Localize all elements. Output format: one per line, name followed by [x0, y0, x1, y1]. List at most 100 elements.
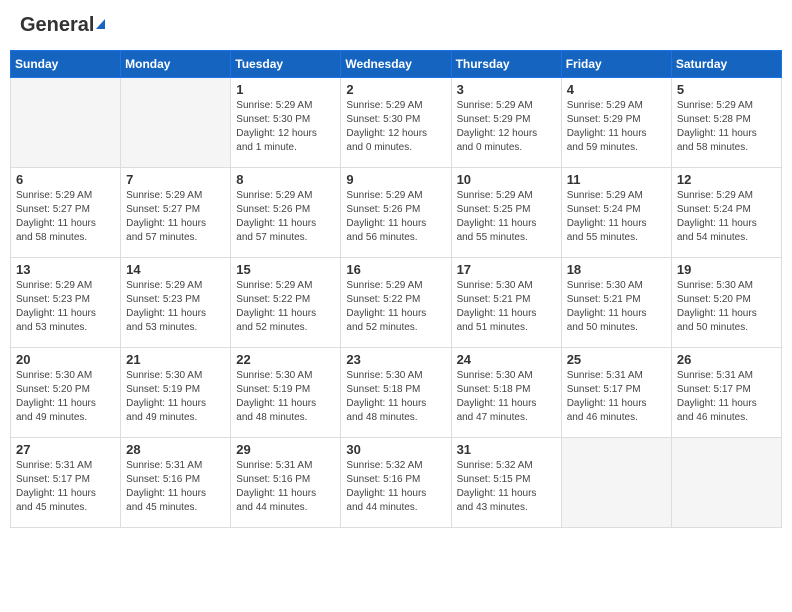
day-number: 11: [567, 172, 666, 187]
day-number: 5: [677, 82, 776, 97]
calendar-cell: 12 Sunrise: 5:29 AM Sunset: 5:24 PM Dayli…: [671, 168, 781, 258]
day-number: 23: [346, 352, 445, 367]
calendar-cell: 4 Sunrise: 5:29 AM Sunset: 5:29 PM Daylig…: [561, 78, 671, 168]
page-header: General: [10, 10, 782, 40]
day-number: 3: [457, 82, 556, 97]
day-number: 29: [236, 442, 335, 457]
weekday-header-friday: Friday: [561, 51, 671, 78]
calendar-cell: 25 Sunrise: 5:31 AM Sunset: 5:17 PM Dayli…: [561, 348, 671, 438]
calendar-cell: 22 Sunrise: 5:30 AM Sunset: 5:19 PM Dayli…: [231, 348, 341, 438]
day-info: Sunrise: 5:29 AM Sunset: 5:24 PM Dayligh…: [567, 189, 666, 245]
calendar-cell: 31Sunrise: 5:32 AM Sunset: 5:15 PM Dayli…: [451, 438, 561, 528]
day-number: 28: [126, 442, 225, 457]
weekday-header-thursday: Thursday: [451, 51, 561, 78]
day-info: Sunrise: 5:29 AM Sunset: 5:29 PM Dayligh…: [567, 99, 666, 155]
calendar-cell: [671, 438, 781, 528]
calendar-cell: 5Sunrise: 5:29 AM Sunset: 5:28 PM Daylig…: [671, 78, 781, 168]
calendar-cell: 9 Sunrise: 5:29 AM Sunset: 5:26 PM Daylig…: [341, 168, 451, 258]
day-info: Sunrise: 5:29 AM Sunset: 5:23 PM Dayligh…: [126, 279, 225, 335]
day-info: Sunrise: 5:29 AM Sunset: 5:30 PM Dayligh…: [236, 99, 335, 155]
calendar-cell: 30Sunrise: 5:32 AM Sunset: 5:16 PM Dayli…: [341, 438, 451, 528]
week-row-2: 6 Sunrise: 5:29 AM Sunset: 5:27 PM Daylig…: [11, 168, 782, 258]
day-info: Sunrise: 5:32 AM Sunset: 5:16 PM Dayligh…: [346, 459, 445, 515]
day-info: Sunrise: 5:30 AM Sunset: 5:19 PM Dayligh…: [236, 369, 335, 425]
day-number: 26: [677, 352, 776, 367]
day-number: 24: [457, 352, 556, 367]
weekday-header-tuesday: Tuesday: [231, 51, 341, 78]
day-number: 17: [457, 262, 556, 277]
calendar-cell: 11 Sunrise: 5:29 AM Sunset: 5:24 PM Dayli…: [561, 168, 671, 258]
calendar-cell: 15Sunrise: 5:29 AM Sunset: 5:22 PM Dayli…: [231, 258, 341, 348]
calendar-cell: [121, 78, 231, 168]
day-info: Sunrise: 5:31 AM Sunset: 5:16 PM Dayligh…: [236, 459, 335, 515]
calendar-cell: 29 Sunrise: 5:31 AM Sunset: 5:16 PM Dayli…: [231, 438, 341, 528]
day-number: 4: [567, 82, 666, 97]
calendar-cell: 23 Sunrise: 5:30 AM Sunset: 5:18 PM Dayli…: [341, 348, 451, 438]
calendar-cell: 6 Sunrise: 5:29 AM Sunset: 5:27 PM Daylig…: [11, 168, 121, 258]
day-info: Sunrise: 5:29 AM Sunset: 5:26 PM Dayligh…: [346, 189, 445, 245]
logo: General: [20, 15, 105, 35]
calendar-cell: 18Sunrise: 5:30 AM Sunset: 5:21 PM Dayli…: [561, 258, 671, 348]
calendar-cell: 27 Sunrise: 5:31 AM Sunset: 5:17 PM Dayli…: [11, 438, 121, 528]
day-info: Sunrise: 5:29 AM Sunset: 5:29 PM Dayligh…: [457, 99, 556, 155]
day-info: Sunrise: 5:31 AM Sunset: 5:17 PM Dayligh…: [567, 369, 666, 425]
calendar-cell: 19 Sunrise: 5:30 AM Sunset: 5:20 PM Dayli…: [671, 258, 781, 348]
day-number: 22: [236, 352, 335, 367]
day-info: Sunrise: 5:30 AM Sunset: 5:18 PM Dayligh…: [457, 369, 556, 425]
day-number: 20: [16, 352, 115, 367]
weekday-header-wednesday: Wednesday: [341, 51, 451, 78]
weekday-header-saturday: Saturday: [671, 51, 781, 78]
week-row-3: 13Sunrise: 5:29 AM Sunset: 5:23 PM Dayli…: [11, 258, 782, 348]
day-info: Sunrise: 5:31 AM Sunset: 5:16 PM Dayligh…: [126, 459, 225, 515]
day-number: 21: [126, 352, 225, 367]
calendar-cell: 3 Sunrise: 5:29 AM Sunset: 5:29 PM Daylig…: [451, 78, 561, 168]
day-info: Sunrise: 5:29 AM Sunset: 5:23 PM Dayligh…: [16, 279, 115, 335]
calendar-cell: 17Sunrise: 5:30 AM Sunset: 5:21 PM Dayli…: [451, 258, 561, 348]
day-info: Sunrise: 5:29 AM Sunset: 5:30 PM Dayligh…: [346, 99, 445, 155]
day-number: 1: [236, 82, 335, 97]
day-info: Sunrise: 5:29 AM Sunset: 5:27 PM Dayligh…: [16, 189, 115, 245]
calendar-cell: 16 Sunrise: 5:29 AM Sunset: 5:22 PM Dayli…: [341, 258, 451, 348]
day-info: Sunrise: 5:30 AM Sunset: 5:20 PM Dayligh…: [677, 279, 776, 335]
day-number: 6: [16, 172, 115, 187]
calendar-cell: 2 Sunrise: 5:29 AM Sunset: 5:30 PM Daylig…: [341, 78, 451, 168]
day-number: 8: [236, 172, 335, 187]
calendar-cell: 26 Sunrise: 5:31 AM Sunset: 5:17 PM Dayli…: [671, 348, 781, 438]
day-info: Sunrise: 5:31 AM Sunset: 5:17 PM Dayligh…: [16, 459, 115, 515]
day-info: Sunrise: 5:29 AM Sunset: 5:22 PM Dayligh…: [346, 279, 445, 335]
weekday-header-row: SundayMondayTuesdayWednesdayThursdayFrid…: [11, 51, 782, 78]
day-number: 2: [346, 82, 445, 97]
day-info: Sunrise: 5:29 AM Sunset: 5:25 PM Dayligh…: [457, 189, 556, 245]
day-number: 25: [567, 352, 666, 367]
calendar-cell: [561, 438, 671, 528]
week-row-1: 1 Sunrise: 5:29 AM Sunset: 5:30 PM Daylig…: [11, 78, 782, 168]
calendar-table: SundayMondayTuesdayWednesdayThursdayFrid…: [10, 50, 782, 528]
day-number: 16: [346, 262, 445, 277]
day-info: Sunrise: 5:30 AM Sunset: 5:20 PM Dayligh…: [16, 369, 115, 425]
calendar-cell: 21 Sunrise: 5:30 AM Sunset: 5:19 PM Dayli…: [121, 348, 231, 438]
day-info: Sunrise: 5:30 AM Sunset: 5:19 PM Dayligh…: [126, 369, 225, 425]
calendar-cell: 20 Sunrise: 5:30 AM Sunset: 5:20 PM Dayli…: [11, 348, 121, 438]
calendar-cell: 28 Sunrise: 5:31 AM Sunset: 5:16 PM Dayli…: [121, 438, 231, 528]
day-number: 15: [236, 262, 335, 277]
day-number: 31: [457, 442, 556, 457]
day-info: Sunrise: 5:29 AM Sunset: 5:24 PM Dayligh…: [677, 189, 776, 245]
day-info: Sunrise: 5:29 AM Sunset: 5:27 PM Dayligh…: [126, 189, 225, 245]
day-number: 12: [677, 172, 776, 187]
logo-triangle-icon: [96, 19, 105, 29]
week-row-5: 27 Sunrise: 5:31 AM Sunset: 5:17 PM Dayli…: [11, 438, 782, 528]
day-number: 19: [677, 262, 776, 277]
calendar-cell: 13Sunrise: 5:29 AM Sunset: 5:23 PM Dayli…: [11, 258, 121, 348]
week-row-4: 20 Sunrise: 5:30 AM Sunset: 5:20 PM Dayli…: [11, 348, 782, 438]
day-number: 9: [346, 172, 445, 187]
day-info: Sunrise: 5:30 AM Sunset: 5:21 PM Dayligh…: [567, 279, 666, 335]
calendar-cell: 10 Sunrise: 5:29 AM Sunset: 5:25 PM Dayli…: [451, 168, 561, 258]
day-info: Sunrise: 5:30 AM Sunset: 5:18 PM Dayligh…: [346, 369, 445, 425]
day-number: 27: [16, 442, 115, 457]
weekday-header-monday: Monday: [121, 51, 231, 78]
day-info: Sunrise: 5:31 AM Sunset: 5:17 PM Dayligh…: [677, 369, 776, 425]
calendar-cell: 8Sunrise: 5:29 AM Sunset: 5:26 PM Daylig…: [231, 168, 341, 258]
day-number: 10: [457, 172, 556, 187]
calendar-cell: 7Sunrise: 5:29 AM Sunset: 5:27 PM Daylig…: [121, 168, 231, 258]
calendar-cell: 14Sunrise: 5:29 AM Sunset: 5:23 PM Dayli…: [121, 258, 231, 348]
